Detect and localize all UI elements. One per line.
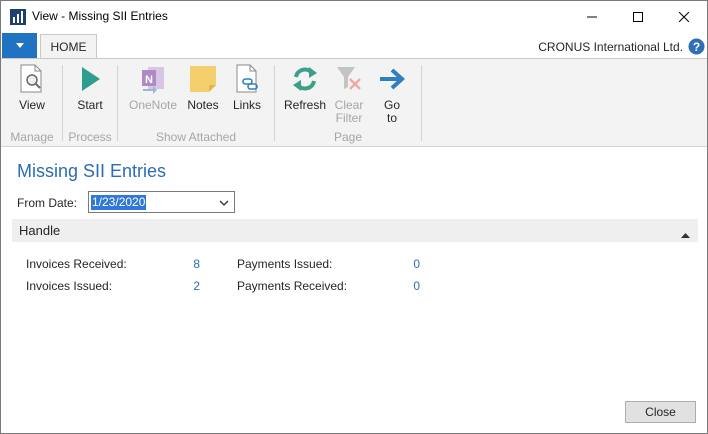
svg-text:N: N — [145, 74, 153, 86]
onenote-icon: N — [137, 63, 169, 95]
from-date-field[interactable]: 1/23/2020 — [88, 191, 235, 213]
from-date-value[interactable]: 1/23/2020 — [91, 195, 147, 210]
payments-received-value[interactable]: 0 — [390, 279, 420, 293]
view-icon — [16, 63, 48, 95]
notes-button[interactable]: Notes — [185, 63, 221, 112]
group-show-attached-label: Show Attached — [155, 130, 237, 144]
group-manage-label: Manage — [10, 130, 54, 144]
clear-filter-icon — [333, 63, 365, 95]
group-process-label: Process — [68, 130, 112, 144]
caret-down-icon — [15, 42, 24, 48]
start-button[interactable]: Start — [74, 63, 106, 112]
group-page-label: Page — [333, 130, 363, 144]
company-name[interactable]: CRONUS International Ltd. — [538, 40, 683, 54]
links-button[interactable]: Links — [230, 63, 264, 112]
notes-label: Notes — [187, 98, 219, 112]
svg-text:?: ? — [693, 40, 700, 54]
tab-home[interactable]: HOME — [40, 34, 97, 59]
from-date-label: From Date: — [17, 196, 78, 210]
invoices-issued-value[interactable]: 2 — [170, 279, 200, 293]
notes-icon — [187, 63, 219, 95]
go-to-label-line2: to — [386, 111, 397, 125]
window-title: View - Missing SII Entries — [32, 9, 168, 23]
help-icon[interactable]: ? — [688, 38, 705, 55]
play-icon — [74, 63, 106, 95]
view-button[interactable]: View — [16, 63, 48, 112]
onenote-button[interactable]: N OneNote — [127, 63, 179, 112]
close-window-button[interactable] — [661, 1, 707, 32]
section-title: Handle — [19, 223, 61, 238]
links-label: Links — [232, 98, 261, 112]
close-icon — [679, 11, 689, 22]
start-label: Start — [77, 98, 103, 112]
ribbon: View Manage Start Process N OneNote Note… — [1, 58, 707, 147]
title-bar: View - Missing SII Entries — [1, 1, 707, 32]
group-separator — [421, 65, 422, 141]
application-menu-button[interactable] — [2, 33, 37, 58]
payments-received-label: Payments Received: — [237, 279, 348, 293]
onenote-label: OneNote — [128, 98, 178, 112]
payments-issued-label: Payments Issued: — [237, 257, 333, 271]
refresh-icon — [289, 63, 321, 95]
links-icon — [231, 63, 263, 95]
chevron-down-icon[interactable] — [219, 197, 229, 207]
invoices-received-value[interactable]: 8 — [170, 257, 200, 271]
handle-section-header[interactable]: Handle — [12, 219, 698, 242]
ribbon-tab-strip: HOME CRONUS International Ltd. ? — [1, 32, 707, 59]
go-to-button[interactable]: Go to — [376, 63, 408, 125]
maximize-button[interactable] — [615, 1, 661, 32]
arrow-right-icon — [376, 63, 408, 95]
maximize-icon — [633, 11, 643, 22]
refresh-button[interactable]: Refresh — [284, 63, 326, 112]
chevron-up-icon[interactable] — [681, 227, 690, 238]
view-label: View — [19, 98, 45, 112]
page-title: Missing SII Entries — [17, 161, 167, 181]
refresh-label: Refresh — [284, 98, 327, 112]
app-logo-icon — [10, 9, 26, 25]
clear-filter-button[interactable]: Clear Filter — [332, 63, 366, 125]
clear-filter-label-line2: Filter — [335, 111, 363, 125]
invoices-received-label: Invoices Received: — [26, 257, 127, 271]
close-button[interactable]: Close — [625, 401, 696, 423]
dialog-window: View - Missing SII Entries HOME CRONUS I… — [0, 0, 708, 434]
invoices-issued-label: Invoices Issued: — [26, 279, 113, 293]
minimize-button[interactable] — [569, 1, 615, 32]
minimize-icon — [587, 16, 597, 17]
payments-issued-value[interactable]: 0 — [390, 257, 420, 271]
